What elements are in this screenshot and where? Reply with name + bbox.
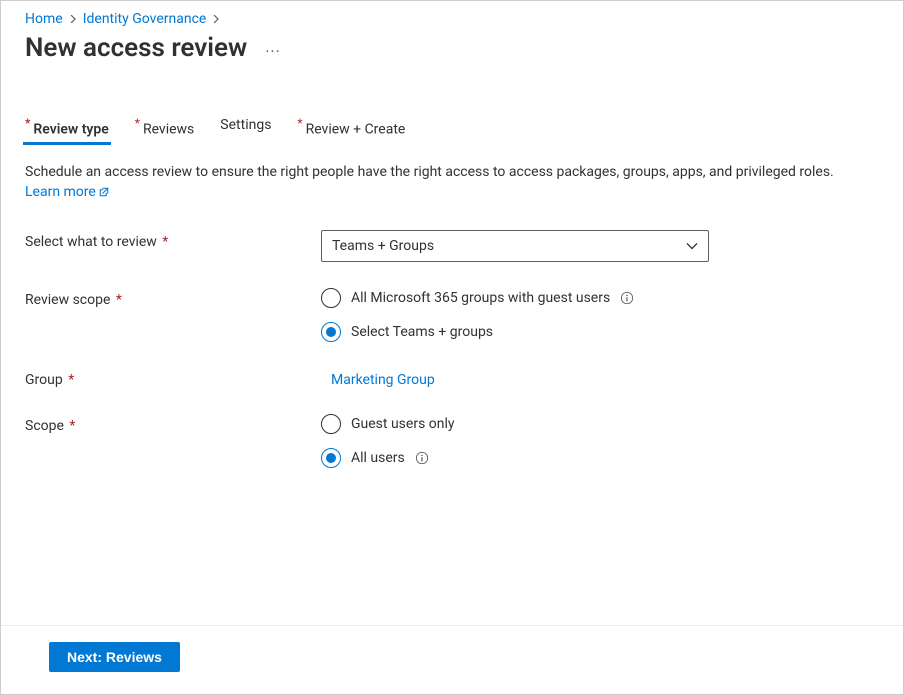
footer-bar: Next: Reviews bbox=[1, 625, 903, 694]
breadcrumb-home[interactable]: Home bbox=[25, 11, 63, 27]
tab-review-type[interactable]: *Review type bbox=[25, 117, 109, 144]
review-scope-all-groups-radio[interactable]: All Microsoft 365 groups with guest user… bbox=[321, 288, 879, 308]
info-icon[interactable] bbox=[620, 291, 634, 305]
info-icon[interactable] bbox=[415, 451, 429, 465]
more-actions-button[interactable]: ··· bbox=[265, 44, 281, 60]
tabs: *Review type *Reviews Settings *Review +… bbox=[25, 117, 879, 144]
chevron-right-icon bbox=[212, 13, 220, 26]
intro-text: Schedule an access review to ensure the … bbox=[25, 162, 879, 202]
scope-label: Scope * bbox=[25, 414, 321, 434]
select-what-to-review-label: Select what to review * bbox=[25, 230, 321, 250]
review-scope-select-teams-radio[interactable]: Select Teams + groups bbox=[321, 322, 879, 342]
tab-settings[interactable]: Settings bbox=[220, 117, 271, 144]
chevron-down-icon bbox=[686, 240, 698, 252]
selected-group-link[interactable]: Marketing Group bbox=[331, 368, 435, 388]
scope-all-users-radio[interactable]: All users bbox=[321, 448, 879, 468]
next-reviews-button[interactable]: Next: Reviews bbox=[49, 642, 180, 672]
select-what-to-review-dropdown[interactable]: Teams + Groups bbox=[321, 230, 709, 262]
tab-reviews[interactable]: *Reviews bbox=[135, 117, 195, 144]
external-link-icon bbox=[98, 186, 110, 198]
dropdown-value: Teams + Groups bbox=[332, 238, 434, 254]
learn-more-link[interactable]: Learn more bbox=[25, 182, 110, 202]
tab-review-create[interactable]: *Review + Create bbox=[297, 117, 405, 144]
breadcrumb: Home Identity Governance bbox=[25, 9, 879, 33]
chevron-right-icon bbox=[69, 13, 77, 26]
scope-guest-users-radio[interactable]: Guest users only bbox=[321, 414, 879, 434]
breadcrumb-identity-governance[interactable]: Identity Governance bbox=[83, 11, 207, 27]
page-title: New access review bbox=[25, 33, 247, 63]
group-label: Group * bbox=[25, 368, 321, 388]
review-scope-label: Review scope * bbox=[25, 288, 321, 308]
